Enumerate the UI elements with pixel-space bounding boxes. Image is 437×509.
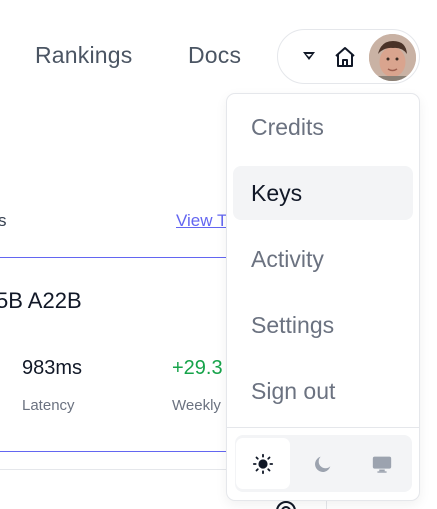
menu-item-settings[interactable]: Settings [233,298,413,352]
menu-item-keys[interactable]: Keys [233,166,413,220]
theme-light-button[interactable] [236,438,290,489]
user-menu-button[interactable] [277,29,420,84]
divider [0,451,230,452]
latency-value: 983ms [22,357,83,379]
divider [0,469,230,470]
latency-label: Latency [22,397,75,414]
user-dropdown-menu: Credits Keys Activity Settings Sign out [226,93,420,501]
model-name[interactable]: 5B A22B [0,288,82,314]
sun-icon [252,453,274,474]
nav-rankings-link[interactable]: Rankings [35,42,133,69]
theme-system-button[interactable] [355,438,409,489]
menu-item-activity[interactable]: Activity [233,232,413,286]
monitor-icon [372,456,392,473]
caret-down-icon[interactable] [303,52,315,60]
view-all-link[interactable]: View T [176,211,227,231]
weekly-label: Weekly [172,397,221,414]
theme-dark-button[interactable] [296,438,350,489]
menu-item-credits[interactable]: Credits [233,100,413,154]
menu-item-sign-out[interactable]: Sign out [233,364,413,418]
divider [0,257,230,258]
home-icon[interactable] [333,45,357,69]
moon-icon [315,456,331,472]
weekly-change-value: +29.3 [172,357,223,379]
section-heading-fragment: s [0,211,7,230]
menu-divider [227,427,419,428]
page: Rankings Docs s View T 5B A22B 983ms Lat… [0,0,437,509]
nav-docs-link[interactable]: Docs [188,42,241,69]
theme-switcher [235,435,412,492]
avatar[interactable] [369,34,416,81]
